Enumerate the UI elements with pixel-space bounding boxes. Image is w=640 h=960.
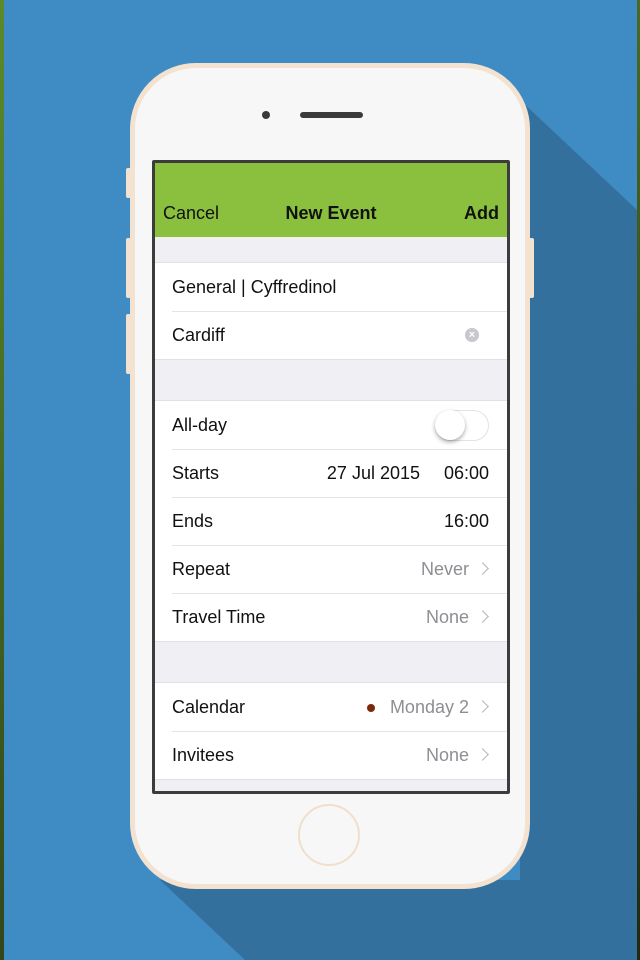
chevron-right-icon (476, 700, 489, 713)
ends-time: 16:00 (443, 511, 489, 531)
calendar-label: Calendar (172, 697, 246, 717)
extra-group: Calendar Monday 2 Invitees None (155, 682, 507, 780)
invitees-label: Invitees (172, 745, 235, 765)
home-button[interactable] (298, 804, 360, 866)
travel-time-value: None (425, 607, 469, 627)
ends-label: Ends (172, 511, 214, 531)
chevron-right-icon (476, 610, 489, 623)
front-camera (262, 111, 270, 119)
toggle-knob (435, 410, 465, 440)
title-field[interactable]: General | Cyffredinol (155, 263, 507, 311)
phone-screen: Cancel New Event Add General | Cyffredin… (152, 160, 510, 794)
navigation-bar: Cancel New Event Add (155, 163, 507, 237)
location-field[interactable]: Cardiff × (155, 311, 507, 359)
travel-time-row[interactable]: Travel Time None (155, 593, 507, 641)
repeat-value: Never (420, 559, 469, 579)
details-group: General | Cyffredinol Cardiff × (155, 262, 507, 360)
chevron-right-icon (476, 748, 489, 761)
allday-toggle[interactable] (435, 410, 489, 441)
calendar-row[interactable]: Calendar Monday 2 (155, 683, 507, 731)
starts-time: 06:00 (443, 463, 489, 483)
invitees-row[interactable]: Invitees None (155, 731, 507, 779)
clear-circle-icon[interactable]: × (465, 328, 479, 342)
calendar-value: Monday 2 (389, 697, 469, 717)
add-button[interactable]: Add (464, 203, 499, 224)
invitees-value: None (425, 745, 469, 765)
starts-row[interactable]: Starts 27 Jul 2015 06:00 (155, 449, 507, 497)
location-value: Cardiff (172, 325, 225, 345)
allday-label: All-day (172, 415, 228, 435)
travel-time-label: Travel Time (172, 607, 266, 627)
starts-date: 27 Jul 2015 (326, 463, 420, 483)
ends-row[interactable]: Ends 16:00 (155, 497, 507, 545)
starts-label: Starts (172, 463, 220, 483)
repeat-label: Repeat (172, 559, 231, 579)
timing-group: All-day Starts 27 Jul 2015 06:00 Ends 16… (155, 400, 507, 642)
allday-row: All-day (155, 401, 507, 449)
earpiece-speaker (300, 112, 363, 118)
cancel-button[interactable]: Cancel (163, 203, 219, 224)
calendar-color-dot-icon (367, 704, 375, 712)
title-value: General | Cyffredinol (172, 277, 337, 297)
chevron-right-icon (476, 562, 489, 575)
repeat-row[interactable]: Repeat Never (155, 545, 507, 593)
